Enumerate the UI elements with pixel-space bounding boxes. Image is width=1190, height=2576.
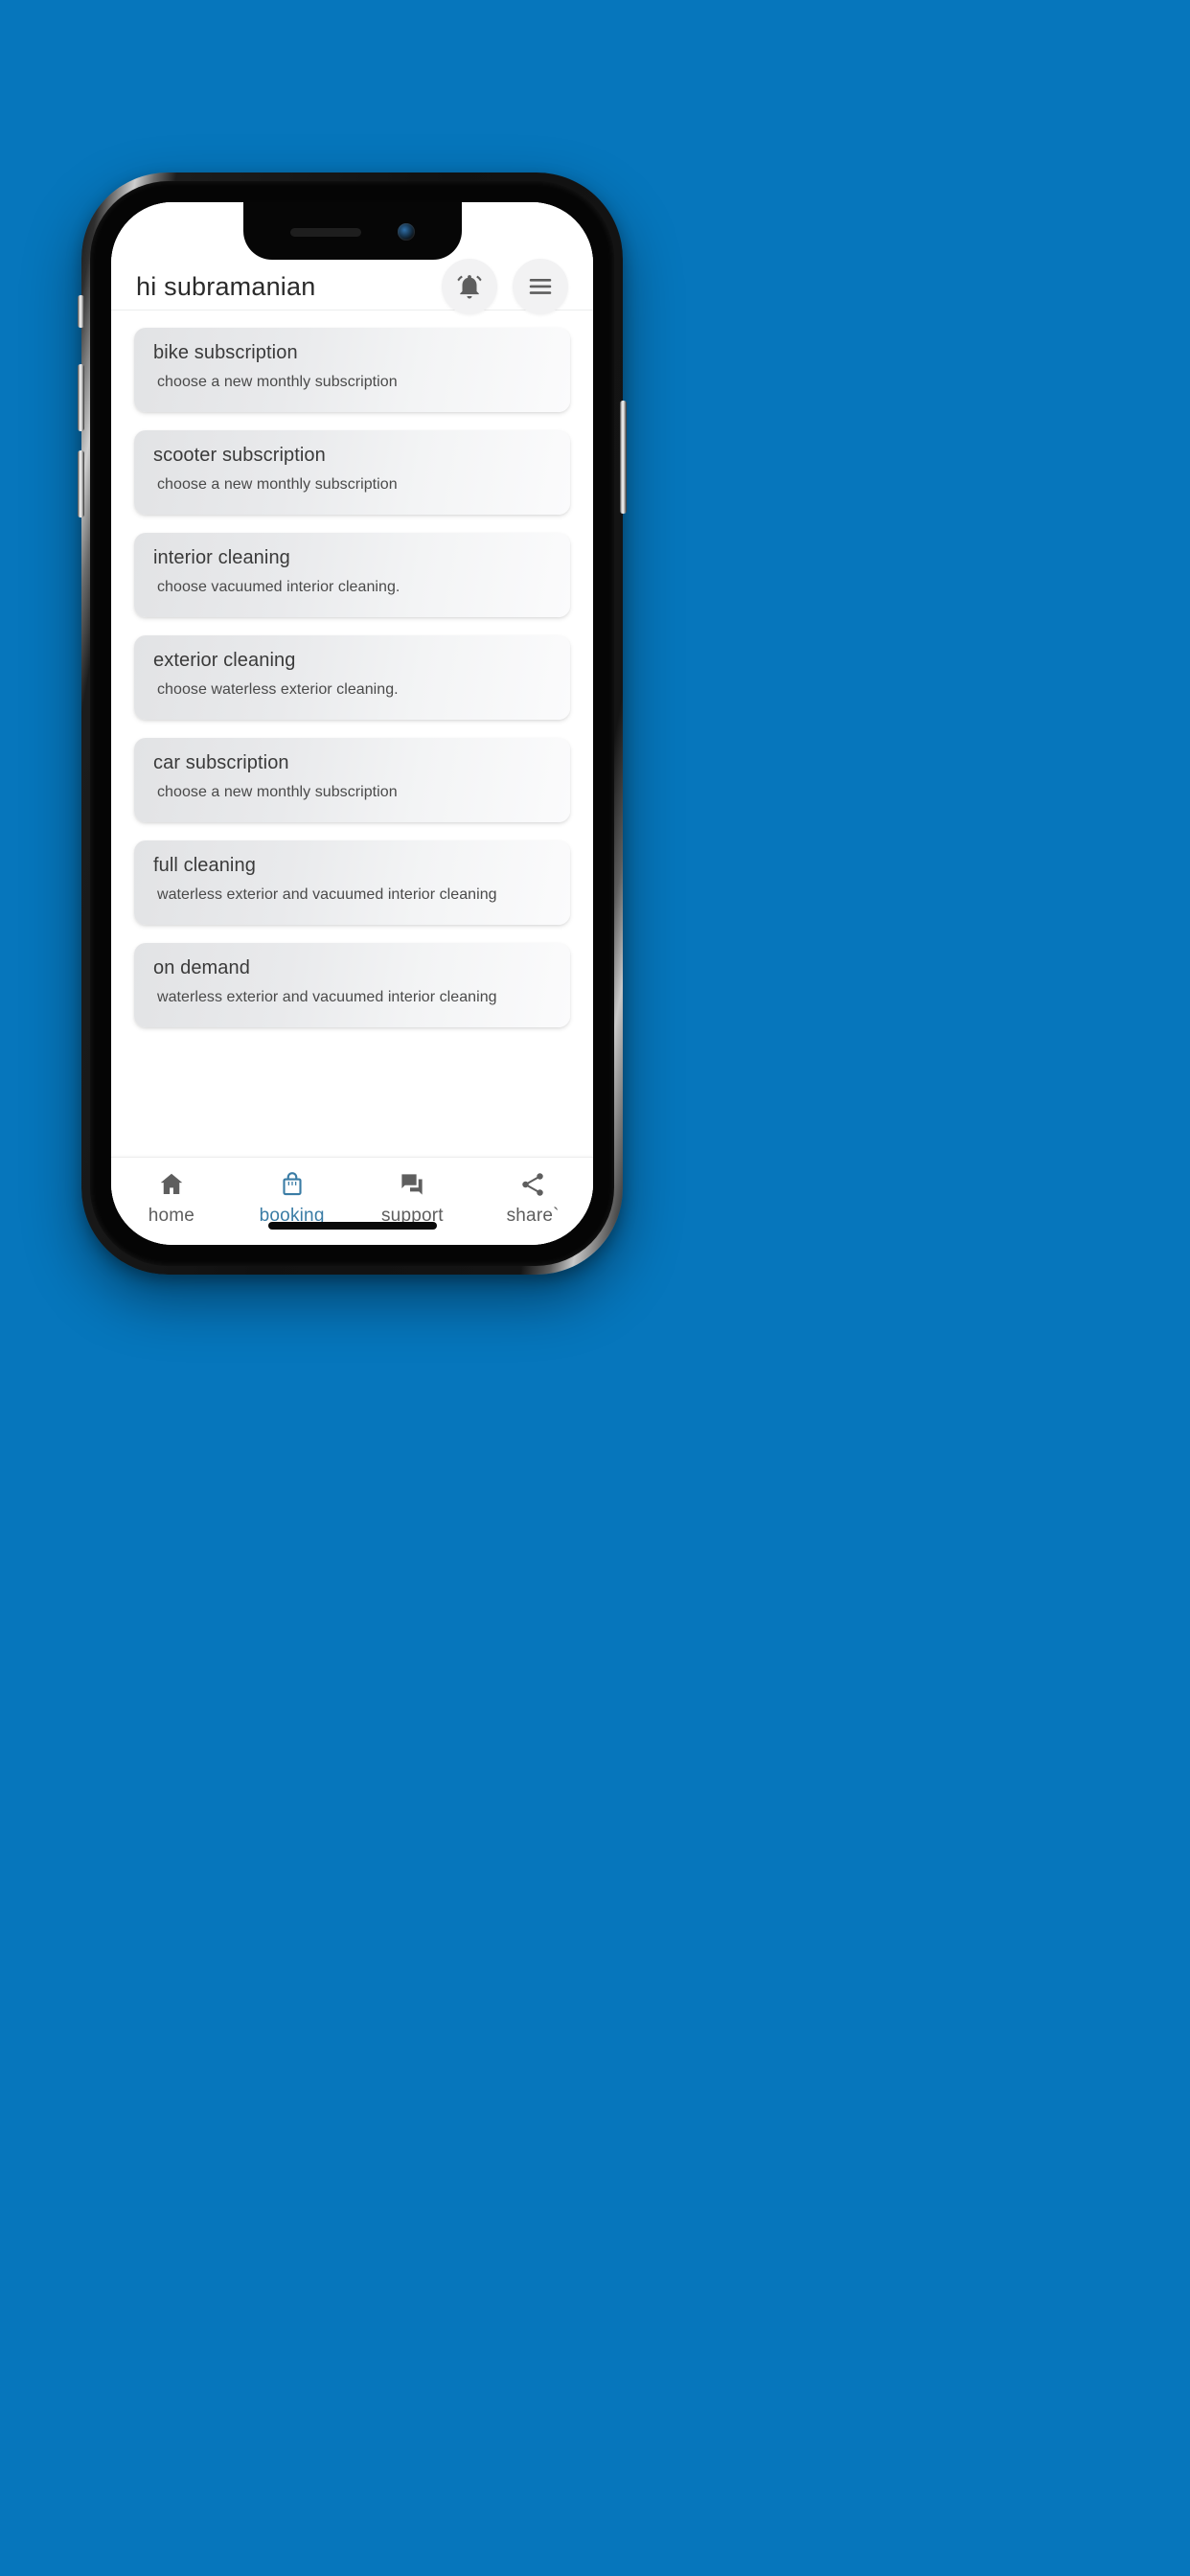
- share-icon: [518, 1169, 547, 1200]
- card-title: on demand: [153, 957, 250, 978]
- nav-label: home: [148, 1206, 195, 1226]
- shopping-bag-icon: [278, 1169, 307, 1200]
- card-subtitle: choose a new monthly subscription: [157, 476, 398, 493]
- nav-item-support[interactable]: support: [353, 1169, 473, 1227]
- card-subtitle: choose a new monthly subscription: [157, 784, 398, 800]
- volume-up-button[interactable]: [78, 364, 84, 431]
- notifications-button[interactable]: [442, 259, 497, 314]
- service-card-exterior-cleaning[interactable]: exterior cleaning choose waterless exter…: [134, 635, 570, 720]
- front-camera-icon: [397, 223, 415, 241]
- phone-device-frame: hi subramanian bike subscription choose …: [78, 172, 627, 1275]
- card-subtitle: waterless exterior and vacuumed interior…: [157, 886, 497, 903]
- card-title: car subscription: [153, 752, 289, 773]
- chat-bubble-icon: [398, 1169, 426, 1200]
- home-indicator[interactable]: [267, 1222, 437, 1230]
- card-title: exterior cleaning: [153, 650, 296, 671]
- service-card-list[interactable]: bike subscription choose a new monthly s…: [111, 310, 593, 1157]
- card-title: full cleaning: [153, 855, 256, 876]
- service-card-car-subscription[interactable]: car subscription choose a new monthly su…: [134, 738, 570, 822]
- card-subtitle: choose vacuumed interior cleaning.: [157, 579, 400, 595]
- app-root: hi subramanian bike subscription choose …: [111, 202, 593, 1245]
- service-card-bike-subscription[interactable]: bike subscription choose a new monthly s…: [134, 328, 570, 412]
- card-subtitle: choose a new monthly subscription: [157, 374, 398, 390]
- home-icon: [157, 1169, 186, 1200]
- nav-item-share[interactable]: share`: [472, 1169, 593, 1227]
- nav-item-booking[interactable]: booking: [232, 1169, 353, 1227]
- card-subtitle: waterless exterior and vacuumed interior…: [157, 989, 497, 1005]
- service-card-on-demand[interactable]: on demand waterless exterior and vacuume…: [134, 943, 570, 1027]
- service-card-scooter-subscription[interactable]: scooter subscription choose a new monthl…: [134, 430, 570, 515]
- greeting-title: hi subramanian: [136, 271, 316, 301]
- service-card-interior-cleaning[interactable]: interior cleaning choose vacuumed interi…: [134, 533, 570, 617]
- nav-label: share`: [506, 1206, 560, 1226]
- card-title: bike subscription: [153, 342, 298, 363]
- silent-switch-button[interactable]: [78, 295, 84, 328]
- hamburger-menu-icon: [526, 272, 555, 301]
- nav-item-home[interactable]: home: [111, 1169, 232, 1227]
- power-button[interactable]: [620, 401, 627, 514]
- card-title: scooter subscription: [153, 445, 326, 466]
- phone-bezel: hi subramanian bike subscription choose …: [90, 181, 614, 1266]
- volume-down-button[interactable]: [78, 450, 84, 518]
- bell-active-icon: [455, 272, 484, 301]
- bottom-navigation-bar: home booking support share`: [111, 1157, 593, 1245]
- card-title: interior cleaning: [153, 547, 290, 568]
- card-subtitle: choose waterless exterior cleaning.: [157, 681, 399, 698]
- earpiece-speaker-icon: [289, 227, 361, 237]
- menu-button[interactable]: [513, 259, 568, 314]
- service-card-full-cleaning[interactable]: full cleaning waterless exterior and vac…: [134, 840, 570, 925]
- phone-notch: [242, 202, 462, 260]
- phone-screen: hi subramanian bike subscription choose …: [111, 202, 593, 1245]
- header-actions: [442, 259, 568, 314]
